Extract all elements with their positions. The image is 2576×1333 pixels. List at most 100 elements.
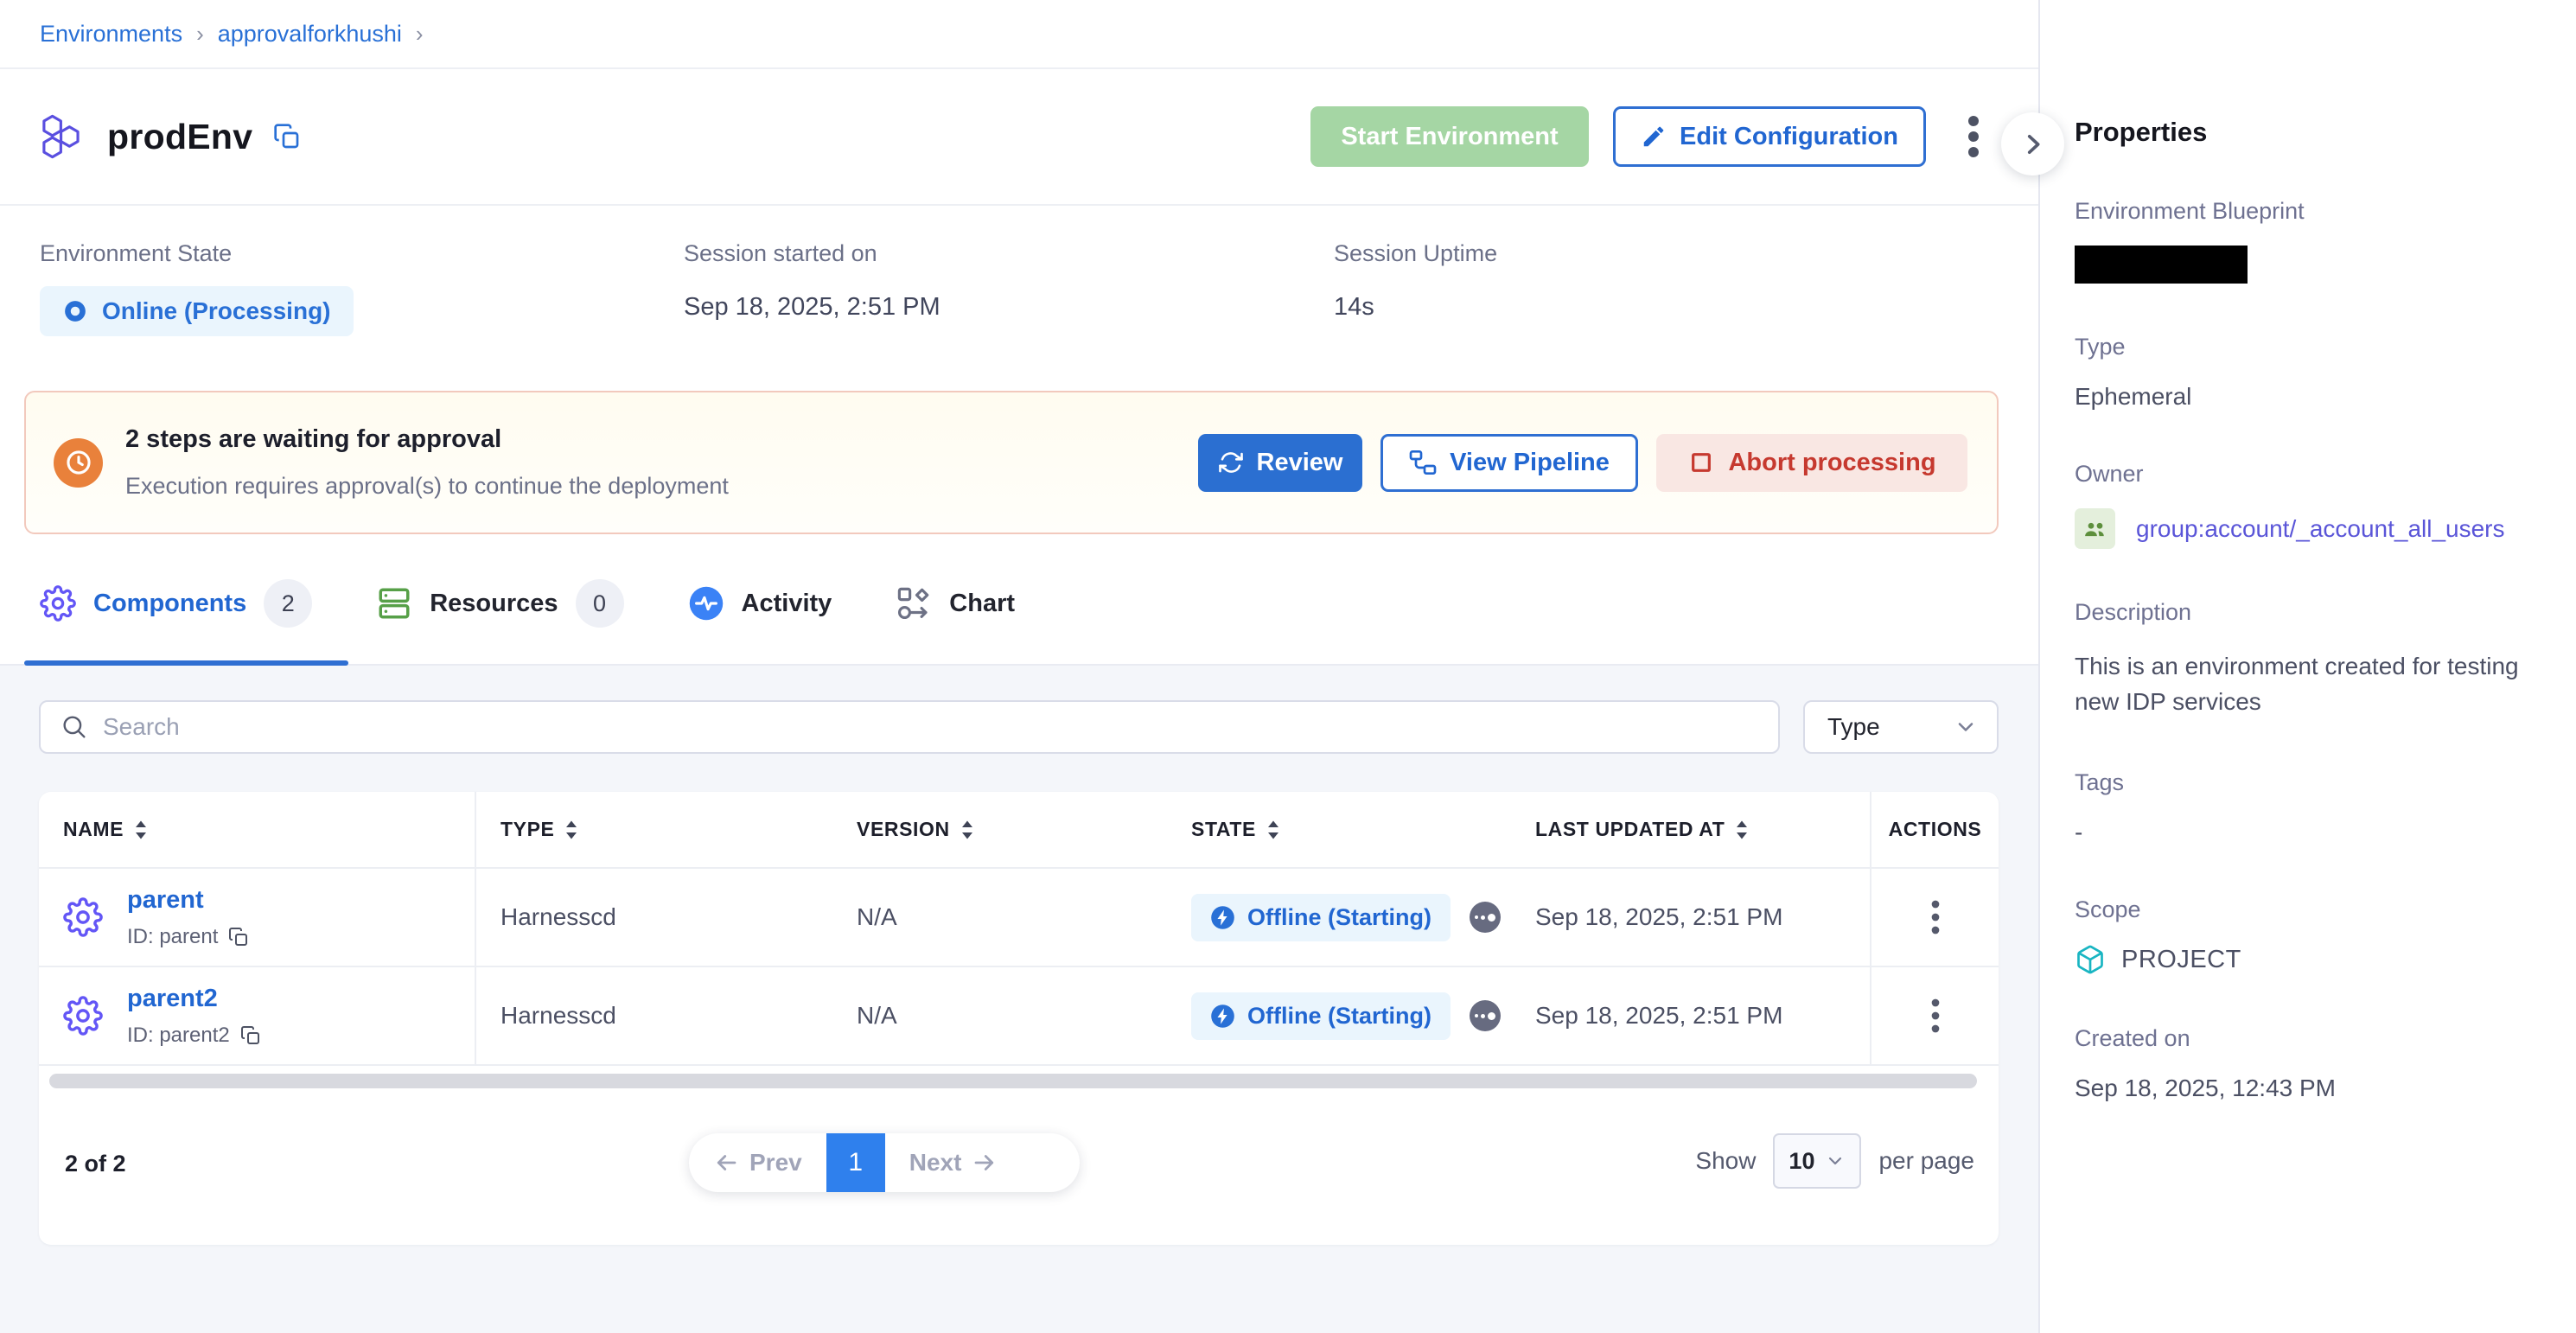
component-id: ID: parent2 [127,1024,230,1048]
component-state-badge: Offline (Starting) [1191,992,1451,1040]
arrow-right-icon [972,1150,998,1176]
edit-configuration-button[interactable]: Edit Configuration [1613,106,1926,167]
current-page-button[interactable]: 1 [826,1133,885,1192]
column-header-last-updated[interactable]: LAST UPDATED AT [1511,818,1870,841]
page-title: prodEnv [107,117,252,157]
column-header-actions: ACTIONS [1870,792,1999,867]
approval-banner-subtitle: Execution requires approval(s) to contin… [125,473,729,500]
search-input[interactable] [103,713,1759,741]
pencil-icon [1641,124,1667,150]
page-size-dropdown[interactable]: 10 [1773,1133,1861,1189]
component-last-updated: Sep 18, 2025, 2:51 PM [1511,1002,1870,1030]
copy-icon[interactable] [273,123,301,150]
breadcrumb-environments[interactable]: Environments [40,21,182,48]
tags-label: Tags [2075,769,2541,796]
component-state-badge: Offline (Starting) [1191,894,1451,941]
tab-chart[interactable]: Chart [896,543,1015,664]
cube-icon [2075,944,2106,975]
search-box [39,700,1780,754]
column-header-name[interactable]: NAME [39,792,476,867]
scope-label: Scope [2075,896,2541,923]
activity-pulse-icon [688,585,724,622]
copy-icon[interactable] [228,927,249,947]
component-last-updated: Sep 18, 2025, 2:51 PM [1511,903,1870,931]
environment-state-badge: Online (Processing) [40,286,354,336]
tab-activity-label: Activity [742,590,832,618]
stop-square-icon [1687,449,1715,476]
type-filter-dropdown[interactable]: Type [1803,700,1999,754]
blueprint-label: Environment Blueprint [2075,198,2541,225]
tab-chart-label: Chart [949,590,1015,618]
page-header: prodEnv Start Environment Edit Configura… [0,69,2038,206]
online-state-icon [62,298,88,324]
view-pipeline-button[interactable]: View Pipeline [1380,434,1638,492]
component-type: Harnesscd [476,903,832,931]
main-pane: Environments › approvalforkhushi › prodE… [0,0,2038,1333]
start-environment-button[interactable]: Start Environment [1310,106,1589,167]
horizontal-scrollbar[interactable] [49,1074,1977,1088]
gear-icon [63,897,103,937]
tab-bar: Components 2 Resources 0 Activity [0,534,2038,666]
gear-icon [40,585,76,622]
pagination: 2 of 2 Prev 1 Next [39,1088,1999,1234]
created-on-value: Sep 18, 2025, 12:43 PM [2075,1075,2541,1102]
blueprint-value-redacted[interactable] [2075,246,2248,284]
column-header-type[interactable]: TYPE [476,818,832,841]
bolt-icon [1210,905,1235,930]
chevron-down-icon [1954,715,1978,739]
clock-icon [54,438,103,488]
component-version: N/A [832,903,1167,931]
kebab-menu-icon[interactable] [1950,106,1997,167]
properties-heading: Properties [2075,117,2541,148]
pipeline-icon [1409,449,1437,476]
per-page-label: per page [1878,1147,1974,1175]
tab-activity[interactable]: Activity [688,543,832,664]
session-summary: Environment State Online (Processing) Se… [0,206,2038,391]
row-kebab-menu-icon[interactable] [1870,967,1999,1064]
review-button[interactable]: Review [1198,434,1362,492]
next-page-button[interactable]: Next [885,1133,1023,1192]
owner-group-link[interactable]: group:account/_account_all_users [2136,515,2505,543]
component-name-link[interactable]: parent2 [127,985,261,1013]
environment-state-label: Environment State [40,240,684,267]
components-table: NAME TYPE VERSION STATE LAST UPDATED AT [39,792,1999,1245]
component-state-text: Offline (Starting) [1247,904,1431,931]
component-version: N/A [832,1002,1167,1030]
chevron-right-icon [2018,130,2048,159]
tab-components[interactable]: Components 2 [40,543,312,664]
chevron-down-icon [1825,1151,1846,1171]
tab-resources[interactable]: Resources 0 [376,543,623,664]
breadcrumb-current[interactable]: approvalforkhushi [218,21,402,48]
row-kebab-menu-icon[interactable] [1870,869,1999,966]
column-header-state[interactable]: STATE [1167,818,1511,841]
column-header-version[interactable]: VERSION [832,818,1167,841]
server-icon [376,585,412,622]
sort-icon [1733,820,1750,840]
session-uptime-value: 14s [1334,293,1497,322]
copy-icon[interactable] [240,1025,261,1046]
table-header-row: NAME TYPE VERSION STATE LAST UPDATED AT [39,792,1999,869]
description-label: Description [2075,599,2541,626]
tab-components-count: 2 [264,579,312,628]
breadcrumb-separator: › [196,21,204,48]
prev-page-button[interactable]: Prev [689,1133,826,1192]
approval-banner-title: 2 steps are waiting for approval [125,425,729,454]
tags-value: - [2075,819,2541,846]
search-icon [60,712,89,742]
page-summary: 2 of 2 [65,1151,126,1177]
type-label: Type [2075,334,2541,360]
component-state-text: Offline (Starting) [1247,1003,1431,1030]
approval-banner: 2 steps are waiting for approval Executi… [24,391,1999,534]
tab-components-label: Components [93,590,246,618]
scope-value: PROJECT [2121,946,2241,974]
session-started-label: Session started on [684,240,1334,267]
refresh-icon [1218,450,1244,475]
gear-icon [63,996,103,1036]
environment-state-value: Online (Processing) [102,297,331,325]
component-name-link[interactable]: parent [127,886,249,915]
sort-icon [1265,820,1282,840]
users-icon [2075,508,2115,549]
sort-icon [959,820,976,840]
collapse-panel-button[interactable] [2001,112,2064,175]
abort-processing-button[interactable]: Abort processing [1656,434,1967,492]
